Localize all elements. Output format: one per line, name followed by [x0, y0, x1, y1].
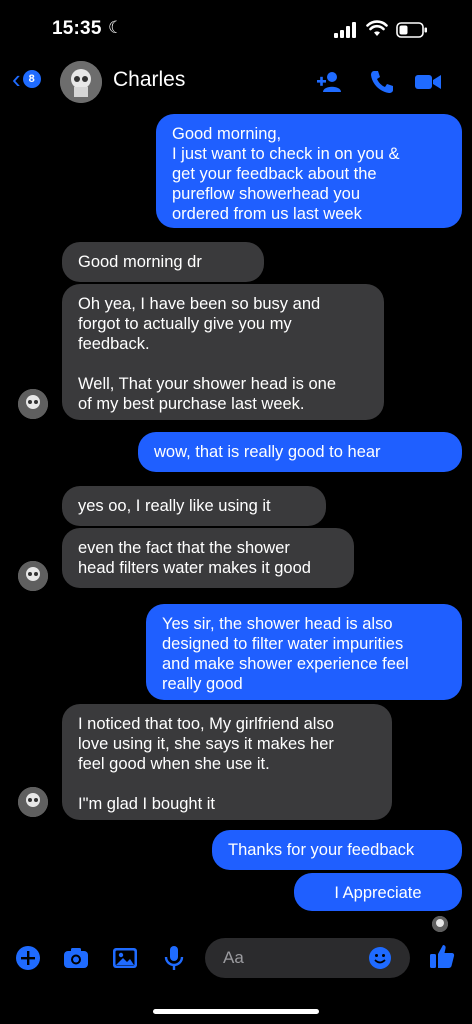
- contact-avatar-small: [18, 389, 48, 419]
- video-icon[interactable]: [414, 68, 442, 96]
- message-incoming[interactable]: Oh yea, I have been so busy and forgot t…: [62, 284, 384, 420]
- add-person-icon[interactable]: [316, 68, 344, 96]
- message-outgoing[interactable]: Thanks for your feedback: [212, 830, 462, 870]
- contact-avatar-small: [18, 787, 48, 817]
- moon-icon: ☾: [108, 18, 124, 37]
- contact-avatar[interactable]: [60, 61, 102, 103]
- message-incoming[interactable]: I noticed that too, My girlfriend also l…: [62, 704, 392, 820]
- message-outgoing[interactable]: Yes sir, the shower head is also designe…: [146, 604, 462, 700]
- message-outgoing[interactable]: I Appreciate: [294, 873, 462, 911]
- chevron-left-icon: ‹: [12, 64, 21, 94]
- wifi-icon: [366, 20, 388, 36]
- message-outgoing[interactable]: wow, that is really good to hear: [138, 432, 462, 472]
- signal-icon: [334, 22, 356, 38]
- contact-name[interactable]: Charles: [113, 68, 185, 92]
- image-icon[interactable]: [111, 944, 139, 972]
- message-outgoing[interactable]: Good morning, I just want to check in on…: [156, 114, 462, 228]
- camera-icon[interactable]: [62, 944, 90, 972]
- plus-icon[interactable]: [14, 944, 42, 972]
- message-input[interactable]: Aa: [205, 938, 410, 978]
- message-incoming[interactable]: even the fact that the shower head filte…: [62, 528, 354, 588]
- contact-avatar-small: [18, 561, 48, 591]
- message-incoming[interactable]: yes oo, I really like using it: [62, 486, 326, 526]
- microphone-icon[interactable]: [160, 944, 188, 972]
- unread-count-badge: 8: [22, 70, 41, 88]
- thumbs-up-icon[interactable]: [428, 942, 456, 970]
- battery-icon: [396, 22, 427, 38]
- status-time: 15:35: [52, 18, 102, 39]
- message-incoming[interactable]: Good morning dr: [62, 242, 264, 282]
- message-placeholder: Aa: [223, 948, 244, 967]
- phone-icon[interactable]: [368, 68, 396, 96]
- home-indicator: [153, 1009, 319, 1014]
- seen-avatar: [432, 916, 448, 932]
- emoji-icon[interactable]: [368, 946, 392, 970]
- back-button[interactable]: ‹ 8: [12, 66, 41, 92]
